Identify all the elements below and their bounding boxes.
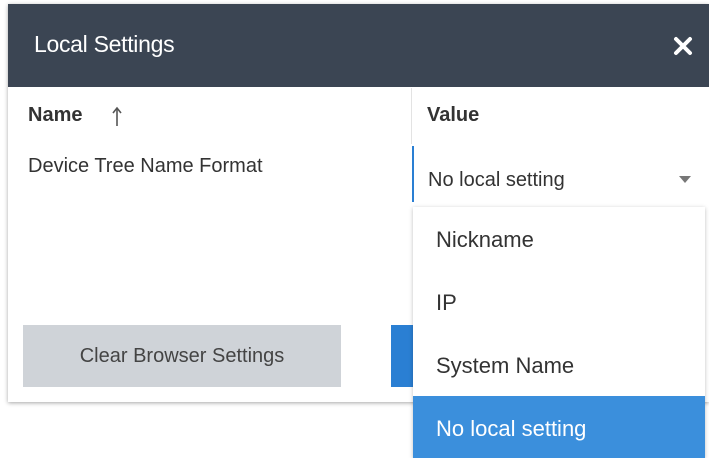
column-header-name[interactable]: Name	[28, 104, 82, 127]
dropdown-option-system-name[interactable]: System Name	[413, 333, 705, 395]
chevron-down-icon[interactable]	[679, 176, 691, 183]
dialog-header: Local Settings	[8, 4, 709, 87]
option-label: No local setting	[436, 416, 587, 441]
column-divider	[411, 88, 412, 144]
value-dropdown-menu: Nickname IP System Name No local setting	[413, 207, 705, 458]
select-current-value: No local setting	[428, 169, 565, 191]
dialog-title: Local Settings	[34, 31, 175, 57]
column-header-value[interactable]: Value	[427, 104, 479, 127]
close-icon[interactable]	[671, 34, 695, 58]
option-label: System Name	[436, 353, 575, 378]
dropdown-option-nickname[interactable]: Nickname	[413, 207, 705, 269]
dropdown-option-ip[interactable]: IP	[413, 270, 705, 332]
option-label: Nickname	[436, 227, 534, 252]
dropdown-option-no-local-setting[interactable]: No local setting	[413, 396, 705, 458]
sort-ascending-icon[interactable]	[111, 106, 123, 128]
setting-name: Device Tree Name Format	[28, 155, 263, 177]
option-label: IP	[436, 290, 457, 315]
device-tree-name-format-select[interactable]: No local setting	[412, 146, 709, 202]
clear-browser-settings-button[interactable]: Clear Browser Settings	[23, 325, 341, 387]
